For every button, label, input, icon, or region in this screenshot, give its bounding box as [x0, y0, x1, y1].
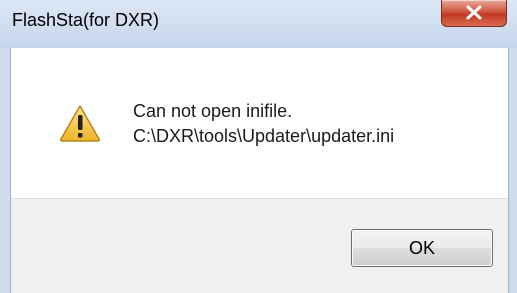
dialog-window: FlashSta(for DXR) Can not open inifile.: [0, 0, 517, 293]
warning-icon: [59, 105, 101, 142]
button-area: OK: [11, 198, 508, 293]
close-button[interactable]: [441, 0, 507, 27]
title-bar: FlashSta(for DXR): [0, 0, 517, 48]
close-icon: [466, 5, 482, 20]
ok-button[interactable]: OK: [351, 229, 493, 267]
window-title: FlashSta(for DXR): [12, 10, 160, 30]
dialog-body: Can not open inifile. C:\DXR\tools\Updat…: [10, 48, 509, 293]
message-text-line-1: Can not open inifile.: [133, 101, 293, 121]
message-text-line-2: C:\DXR\tools\Updater\updater.ini: [133, 126, 395, 146]
message-area: Can not open inifile. C:\DXR\tools\Updat…: [11, 48, 508, 198]
